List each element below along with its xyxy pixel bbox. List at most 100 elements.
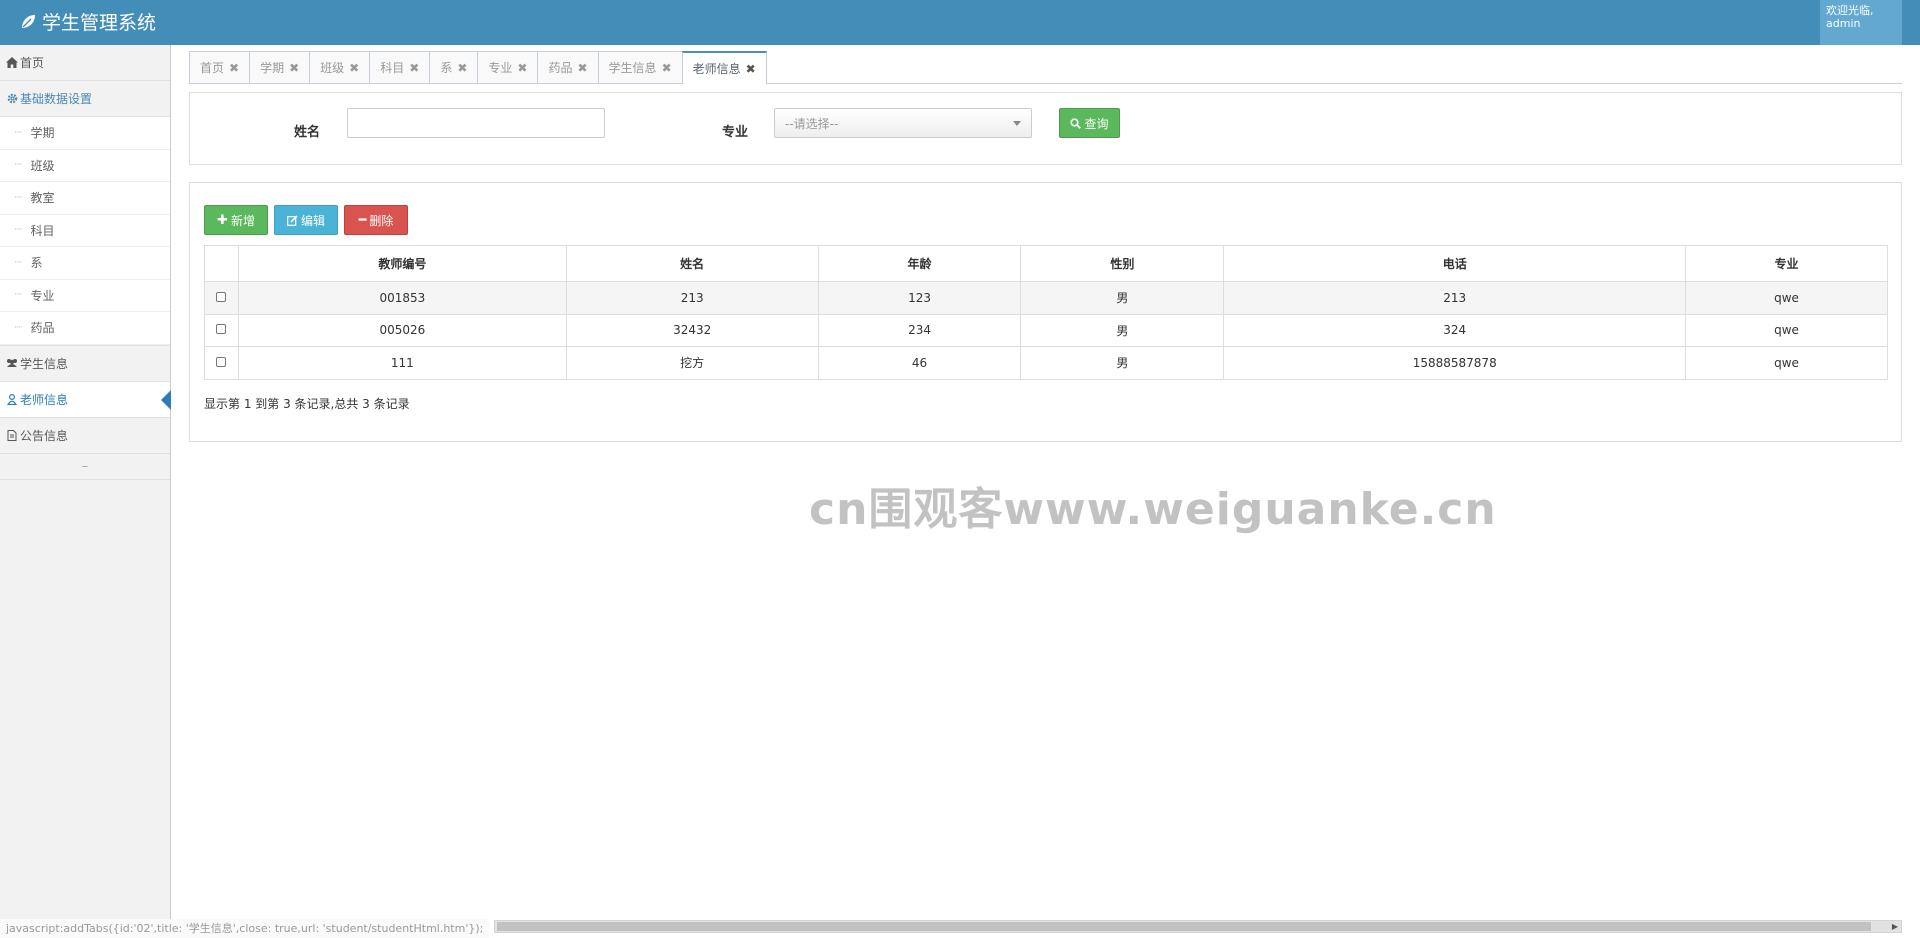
app-logo[interactable]: 学生管理系统 bbox=[20, 8, 156, 35]
users-icon bbox=[6, 357, 18, 369]
close-icon[interactable]: ✖ bbox=[746, 62, 756, 76]
table-cell: 005026 bbox=[237, 313, 567, 347]
close-icon[interactable]: ✖ bbox=[577, 61, 587, 75]
table-cell: qwe bbox=[1685, 346, 1888, 380]
row-checkbox[interactable] bbox=[216, 356, 227, 367]
delete-button[interactable]: ━ 删除 bbox=[344, 205, 408, 235]
teacher-table: 教师编号 姓名 年龄 性别 电话 专业 001853 213 123 男 213… bbox=[204, 245, 1888, 380]
select-all-column[interactable] bbox=[204, 245, 239, 282]
major-label: 专业 bbox=[722, 125, 749, 140]
column-header[interactable]: 姓名 bbox=[565, 245, 819, 282]
column-header[interactable]: 年龄 bbox=[817, 245, 1022, 282]
row-checkbox[interactable] bbox=[216, 291, 227, 302]
browser-status-bar: javascript:addTabs({id:'02',title: '学生信息… bbox=[0, 919, 490, 938]
submenu-item-class[interactable]: ···· 班级 bbox=[0, 150, 170, 182]
submenu-item-subject[interactable]: ···· 科目 bbox=[0, 215, 170, 247]
sidebar-item-student-info[interactable]: 学生信息 bbox=[0, 346, 170, 382]
submenu-item-department[interactable]: ···· 系 bbox=[0, 247, 170, 280]
major-select[interactable]: --请选择-- bbox=[774, 108, 1032, 138]
tab-medicine[interactable]: 药品 ✖ bbox=[537, 51, 599, 83]
submenu-item-medicine[interactable]: ···· 药品 bbox=[0, 312, 170, 345]
tab-subject[interactable]: 科目 ✖ bbox=[369, 51, 431, 83]
tab-department[interactable]: 系 ✖ bbox=[429, 51, 479, 83]
table-row[interactable]: 005026 32432 234 男 324 qwe bbox=[204, 313, 1888, 347]
tab-semester[interactable]: 学期 ✖ bbox=[249, 51, 311, 83]
scrollbar-thumb[interactable] bbox=[497, 922, 1871, 931]
table-cell: 213 bbox=[565, 281, 819, 315]
username: admin bbox=[1826, 17, 1861, 30]
table-cell: 001853 bbox=[237, 281, 567, 315]
close-icon[interactable]: ✖ bbox=[517, 61, 527, 75]
tree-dots: ···· bbox=[14, 192, 23, 203]
tab-student-info[interactable]: 学生信息 ✖ bbox=[597, 51, 683, 83]
table-header-row: 教师编号 姓名 年龄 性别 电话 专业 bbox=[204, 245, 1888, 282]
row-checkbox[interactable] bbox=[216, 324, 227, 335]
column-header[interactable]: 电话 bbox=[1223, 245, 1687, 282]
edit-button-label: 编辑 bbox=[300, 213, 325, 228]
user-menu[interactable]: 欢迎光临, admin bbox=[1820, 0, 1902, 45]
table-row[interactable]: 111 挖方 46 男 15888587878 qwe bbox=[204, 346, 1888, 380]
sidebar-item-teacher-info[interactable]: 老师信息 bbox=[0, 381, 171, 418]
column-header[interactable]: 性别 bbox=[1020, 245, 1225, 282]
horizontal-scrollbar[interactable] bbox=[494, 920, 1902, 933]
sidebar-collapse-toggle[interactable]: ⎯ bbox=[0, 454, 170, 480]
column-header[interactable]: 教师编号 bbox=[237, 245, 567, 282]
close-icon[interactable]: ✖ bbox=[349, 61, 359, 75]
table-cell: qwe bbox=[1685, 313, 1888, 347]
close-icon[interactable]: ✖ bbox=[457, 61, 467, 75]
add-button-label: 新增 bbox=[230, 213, 255, 228]
submenu-item-major[interactable]: ···· 专业 bbox=[0, 280, 170, 312]
sidebar-item-home[interactable]: 首页 bbox=[0, 45, 170, 81]
sidebar-item-label: 首页 bbox=[20, 56, 45, 70]
submenu-item-classroom[interactable]: ···· 教室 bbox=[0, 182, 170, 215]
tree-dots: ···· bbox=[14, 127, 23, 138]
table-cell: 男 bbox=[1020, 281, 1225, 315]
table-cell: 32432 bbox=[565, 313, 819, 347]
submenu-item-semester[interactable]: ···· 学期 bbox=[0, 117, 170, 150]
sidebar-item-label: 老师信息 bbox=[20, 392, 69, 407]
sidebar-item-label: 公告信息 bbox=[20, 428, 69, 443]
table-panel: ✚ 新增 编辑 ━ 删除 教师编号 姓名 年龄 性别 电话 专业 001853 … bbox=[189, 182, 1902, 442]
query-button[interactable]: 查询 bbox=[1059, 108, 1120, 138]
welcome-text: 欢迎光临, bbox=[1826, 4, 1874, 17]
top-navbar: 学生管理系统 欢迎光临, admin bbox=[0, 0, 1920, 45]
close-icon[interactable]: ✖ bbox=[289, 61, 299, 75]
close-icon[interactable]: ✖ bbox=[409, 61, 419, 75]
table-cell: 213 bbox=[1223, 281, 1687, 315]
gear-icon bbox=[6, 93, 18, 105]
table-cell: 234 bbox=[817, 313, 1022, 347]
submenu-item-label: 专业 bbox=[30, 288, 55, 303]
chevron-down-icon bbox=[1013, 120, 1021, 126]
pagination-info: 显示第 1 到第 3 条记录,总共 3 条记录 bbox=[204, 397, 410, 411]
table-cell: 324 bbox=[1223, 313, 1687, 347]
close-icon[interactable]: ✖ bbox=[229, 61, 239, 75]
collapse-handle-icon: ⎯ bbox=[82, 460, 88, 472]
table-row[interactable]: 001853 213 123 男 213 qwe bbox=[204, 281, 1888, 315]
app-title: 学生管理系统 bbox=[42, 12, 157, 34]
add-button[interactable]: ✚ 新增 bbox=[204, 205, 268, 235]
tab-label: 科目 bbox=[380, 61, 405, 75]
tab-label: 老师信息 bbox=[692, 62, 741, 76]
column-header[interactable]: 专业 bbox=[1685, 245, 1888, 282]
sidebar-item-label: 基础数据设置 bbox=[20, 92, 93, 106]
tab-teacher-info[interactable]: 老师信息 ✖ bbox=[681, 51, 767, 84]
tree-dots: ···· bbox=[14, 322, 23, 333]
name-search-input[interactable] bbox=[347, 108, 605, 138]
watermark: cn围观客www.weiguanke.cn bbox=[809, 484, 1497, 535]
query-button-label: 查询 bbox=[1084, 116, 1109, 131]
scroll-right-arrow-icon[interactable]: ▶ bbox=[1888, 920, 1902, 933]
tab-home[interactable]: 首页 ✖ bbox=[189, 51, 251, 83]
close-icon[interactable]: ✖ bbox=[662, 61, 672, 75]
sidebar-item-basic-settings[interactable]: 基础数据设置 bbox=[0, 81, 170, 117]
tab-class[interactable]: 班级 ✖ bbox=[309, 51, 371, 83]
tree-dots: ···· bbox=[14, 225, 23, 236]
plus-icon: ✚ bbox=[217, 212, 228, 228]
sidebar-item-notice-info[interactable]: 公告信息 bbox=[0, 418, 170, 454]
tree-dots: ···· bbox=[14, 160, 23, 171]
delete-button-label: 删除 bbox=[369, 213, 394, 228]
search-icon bbox=[1070, 117, 1082, 129]
row-checkbox-cell bbox=[204, 346, 239, 380]
search-panel: 姓名 专业 --请选择-- 查询 bbox=[189, 92, 1902, 165]
edit-button[interactable]: 编辑 bbox=[274, 205, 338, 235]
tab-major[interactable]: 专业 ✖ bbox=[477, 51, 539, 83]
